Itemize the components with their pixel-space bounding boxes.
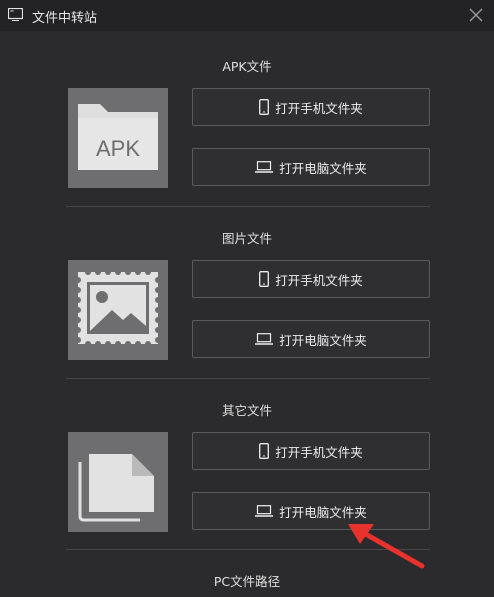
button-label: 打开电脑文件夹 — [279, 332, 367, 348]
button-label: 打开电脑文件夹 — [279, 160, 367, 176]
apk-open-phone-folder-button[interactable]: 打开手机文件夹 — [192, 88, 430, 126]
section-title-apk: APK文件 — [222, 59, 272, 74]
image-tile — [68, 260, 168, 360]
window-title: 文件中转站 — [32, 11, 98, 26]
phone-icon — [259, 443, 270, 459]
images-open-pc-folder-button[interactable]: 打开电脑文件夹 — [192, 320, 430, 358]
other-open-phone-folder-button[interactable]: 打开手机文件夹 — [192, 432, 430, 470]
button-label: 打开手机文件夹 — [275, 100, 363, 116]
button-label: 打开手机文件夹 — [275, 272, 363, 288]
apk-tile: APK — [68, 88, 168, 188]
laptop-icon — [255, 505, 274, 517]
section-title-other: 其它文件 — [221, 403, 272, 418]
phone-icon — [259, 99, 270, 115]
documents-icon — [78, 454, 154, 522]
laptop-icon — [255, 161, 274, 173]
image-icon — [75, 269, 161, 347]
section-title-images: 图片文件 — [221, 231, 272, 246]
laptop-icon — [255, 333, 274, 345]
phone-icon — [259, 271, 270, 287]
button-label: 打开手机文件夹 — [275, 444, 363, 460]
title-bar: 文件中转站 — [0, 0, 494, 31]
window-icon — [8, 8, 23, 21]
apk-open-pc-folder-button[interactable]: 打开电脑文件夹 — [192, 148, 430, 186]
images-open-phone-folder-button[interactable]: 打开手机文件夹 — [192, 260, 430, 298]
red-arrow-annotation — [348, 524, 425, 569]
apk-folder-icon: APK — [78, 104, 158, 170]
apk-tile-label: APK — [96, 136, 140, 161]
close-icon[interactable] — [469, 8, 483, 22]
section-divider — [66, 206, 430, 207]
other-files-tile — [68, 432, 168, 532]
section-divider — [66, 378, 430, 379]
